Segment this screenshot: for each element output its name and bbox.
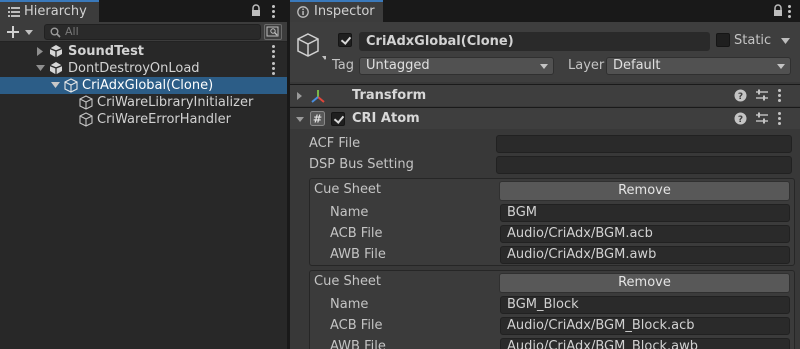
acf-file-label: ACF File xyxy=(309,136,361,151)
row-label: CriWareLibraryInitializer xyxy=(97,95,254,110)
dsp-bus-setting-label: DSP Bus Setting xyxy=(309,157,414,172)
tab-label: Inspector xyxy=(314,4,375,19)
row-label: CriAdxGlobal(Clone) xyxy=(82,78,214,93)
awb-file-label: AWB File xyxy=(330,339,386,349)
row-label: SoundTest xyxy=(68,44,145,59)
remove-button[interactable]: Remove xyxy=(499,181,790,201)
svg-text:#: # xyxy=(313,113,322,126)
transform-axes-icon xyxy=(310,89,325,103)
gameobject-icon xyxy=(79,95,93,110)
name-field[interactable]: BGM_Block xyxy=(500,296,790,314)
static-dropdown-arrow-icon[interactable] xyxy=(781,38,790,44)
collapse-arrow-icon[interactable] xyxy=(51,82,60,88)
unity-scene-icon xyxy=(49,61,63,75)
static-label: Static xyxy=(734,33,772,48)
lock-icon[interactable] xyxy=(251,4,261,17)
cue-sheet-group: Cue Sheet Remove Name BGM_Block ACB File… xyxy=(309,270,795,349)
info-icon xyxy=(297,6,309,18)
hierarchy-search-input[interactable]: All xyxy=(44,24,261,40)
help-icon[interactable]: ? xyxy=(734,89,748,103)
tag-dropdown[interactable]: Untagged xyxy=(359,57,554,75)
name-label: Name xyxy=(330,205,369,220)
svg-text:?: ? xyxy=(738,115,743,125)
inspector-tab-bar: Inspector xyxy=(290,0,800,22)
hierarchy-row-criwareerrorhandler[interactable]: CriWareErrorHandler xyxy=(0,111,287,128)
cue-sheet-label: Cue Sheet xyxy=(314,274,382,289)
chevron-down-icon xyxy=(540,64,548,69)
cue-sheet-group: Cue Sheet Remove Name BGM ACB File Audio… xyxy=(309,178,795,266)
remove-button[interactable]: Remove xyxy=(499,273,790,293)
gameobject-icon[interactable] xyxy=(296,32,326,62)
hierarchy-row-dontdestroyonload[interactable]: DontDestroyOnLoad xyxy=(0,60,287,77)
hamburger-icon xyxy=(8,7,20,17)
acb-file-field[interactable]: Audio/CriAdx/BGM_Block.acb xyxy=(500,317,790,335)
inspector-panel: Inspector CriAdxGlobal(Clone) Static Tag… xyxy=(290,0,800,349)
tab-hierarchy[interactable]: Hierarchy xyxy=(0,0,99,22)
collapse-arrow-icon[interactable] xyxy=(36,65,45,71)
name-field[interactable]: BGM xyxy=(500,204,790,222)
hierarchy-row-soundtest[interactable]: SoundTest xyxy=(0,43,287,60)
transform-component-header[interactable]: Transform ? xyxy=(290,84,800,106)
foldout-arrow-icon[interactable] xyxy=(296,117,304,122)
presets-icon[interactable] xyxy=(755,89,769,103)
name-label: Name xyxy=(330,297,369,312)
row-label: DontDestroyOnLoad xyxy=(68,61,200,76)
tab-inspector[interactable]: Inspector xyxy=(290,0,383,22)
acb-file-label: ACB File xyxy=(330,318,383,333)
plus-icon xyxy=(7,26,33,38)
search-placeholder: All xyxy=(65,25,79,38)
row-label: CriWareErrorHandler xyxy=(97,112,231,127)
component-title: CRI Atom xyxy=(352,111,420,126)
script-hash-icon: # xyxy=(310,111,325,126)
kebab-icon[interactable] xyxy=(272,62,276,75)
tab-label: Hierarchy xyxy=(24,4,87,19)
acb-file-label: ACB File xyxy=(330,226,383,241)
kebab-icon[interactable] xyxy=(778,89,782,102)
chevron-down-icon xyxy=(777,64,785,69)
kebab-icon[interactable] xyxy=(788,5,792,18)
hierarchy-toolbar: All xyxy=(0,22,287,42)
awb-file-label: AWB File xyxy=(330,247,386,262)
cue-sheet-label: Cue Sheet xyxy=(314,182,382,197)
svg-text:?: ? xyxy=(738,92,743,102)
static-checkbox[interactable] xyxy=(716,33,730,47)
kebab-icon[interactable] xyxy=(272,5,276,18)
foldout-arrow-icon[interactable] xyxy=(297,92,302,100)
gameobject-header: CriAdxGlobal(Clone) Static Tag Untagged … xyxy=(290,22,800,82)
acf-file-field[interactable] xyxy=(496,135,792,153)
acb-file-field[interactable]: Audio/CriAdx/BGM.acb xyxy=(500,225,790,243)
kebab-icon[interactable] xyxy=(778,112,782,125)
unity-scene-icon xyxy=(49,44,63,58)
scene-search-button[interactable] xyxy=(264,24,282,40)
lock-icon[interactable] xyxy=(773,4,783,17)
hierarchy-row-criwarelibraryinitializer[interactable]: CriWareLibraryInitializer xyxy=(0,94,287,111)
gameobject-icon xyxy=(79,112,93,127)
layer-label: Layer xyxy=(568,58,605,73)
search-icon xyxy=(50,27,61,38)
search-scene-icon xyxy=(266,26,279,37)
kebab-icon[interactable] xyxy=(272,45,276,58)
tag-label: Tag xyxy=(332,58,355,73)
awb-file-field[interactable]: Audio/CriAdx/BGM.awb xyxy=(500,246,790,264)
object-name-field[interactable]: CriAdxGlobal(Clone) xyxy=(359,32,710,51)
awb-file-field[interactable]: Audio/CriAdx/BGM_Block.awb xyxy=(500,338,790,349)
gameobject-icon xyxy=(64,78,78,93)
component-enabled-checkbox[interactable] xyxy=(331,112,345,126)
tag-value: Untagged xyxy=(366,58,430,73)
add-object-button[interactable] xyxy=(6,24,36,40)
layer-value: Default xyxy=(613,58,661,73)
hierarchy-row-criadxglobal[interactable]: CriAdxGlobal(Clone) xyxy=(0,77,287,94)
active-checkbox[interactable] xyxy=(338,33,352,47)
hierarchy-panel: Hierarchy All SoundTest DontDestroyOnLoa… xyxy=(0,0,287,349)
component-title: Transform xyxy=(352,88,427,103)
cri-atom-component-header[interactable]: # CRI Atom ? xyxy=(290,107,800,129)
hierarchy-tab-bar: Hierarchy xyxy=(0,0,287,22)
presets-icon[interactable] xyxy=(755,112,769,126)
layer-dropdown[interactable]: Default xyxy=(606,57,791,75)
expand-arrow-icon[interactable] xyxy=(37,47,43,56)
help-icon[interactable]: ? xyxy=(734,112,748,126)
dsp-bus-setting-field[interactable] xyxy=(496,156,792,174)
